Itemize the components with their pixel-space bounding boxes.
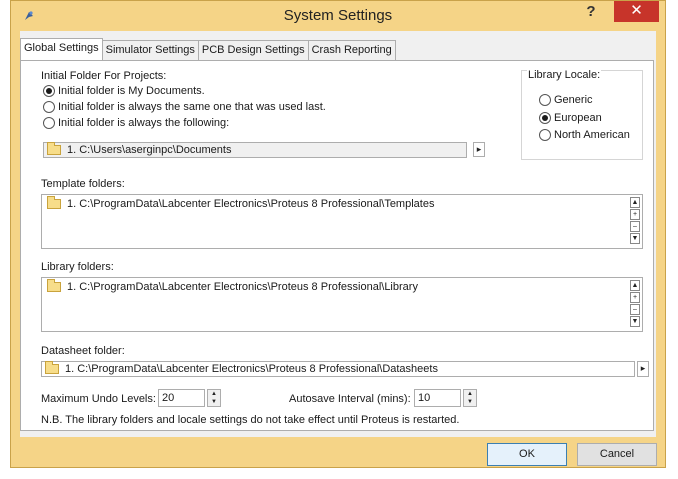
undo-levels-input[interactable]: 20 <box>158 389 205 407</box>
library-locale-label: Library Locale: <box>527 69 602 81</box>
template-folder-path: 1. C:\ProgramData\Labcenter Electronics\… <box>67 198 435 210</box>
add-folder-button[interactable]: + <box>630 209 640 220</box>
folder-icon <box>47 142 61 155</box>
radio-indicator[interactable] <box>43 101 55 113</box>
template-folders-label: Template folders: <box>41 178 125 190</box>
radio-initial-last-used[interactable]: Initial folder is always the same one th… <box>43 101 326 113</box>
library-folder-path: 1. C:\ProgramData\Labcenter Electronics\… <box>67 281 418 293</box>
autosave-interval-spinner[interactable]: ▲ ▼ <box>463 389 477 407</box>
radio-indicator[interactable] <box>539 112 551 124</box>
title-bar[interactable]: System Settings ? ✕ <box>11 1 665 31</box>
plus-icon: + <box>632 294 638 301</box>
radio-locale-north-american[interactable]: North American <box>539 129 630 141</box>
spin-down-icon[interactable]: ▼ <box>208 398 220 406</box>
arrow-down-icon: ▼ <box>631 318 639 325</box>
undo-levels-label: Maximum Undo Levels: <box>41 393 156 405</box>
library-folders-list[interactable]: 1. C:\ProgramData\Labcenter Electronics\… <box>41 277 643 332</box>
cancel-button[interactable]: Cancel <box>577 443 657 466</box>
folder-icon <box>45 361 59 374</box>
list-item[interactable]: 1. C:\ProgramData\Labcenter Electronics\… <box>44 279 418 293</box>
folder-icon <box>47 196 61 209</box>
datasheet-folder-label: Datasheet folder: <box>41 345 125 357</box>
dialog-client-area: Global Settings Simulator Settings PCB D… <box>20 31 656 437</box>
radio-label: European <box>554 112 602 124</box>
library-folders-buttons: ▲ + – ▼ <box>630 280 640 328</box>
datasheet-folder-path: 1. C:\ProgramData\Labcenter Electronics\… <box>65 363 438 375</box>
list-item[interactable]: 1. C:\ProgramData\Labcenter Electronics\… <box>44 196 435 210</box>
spin-down-icon[interactable]: ▼ <box>464 398 476 406</box>
radio-locale-european[interactable]: European <box>539 112 602 124</box>
restart-note: N.B. The library folders and locale sett… <box>41 414 460 426</box>
system-settings-dialog: System Settings ? ✕ Global Settings Simu… <box>10 0 666 468</box>
autosave-interval-label: Autosave Interval (mins): <box>289 393 411 405</box>
move-up-button[interactable]: ▲ <box>630 280 640 291</box>
tab-global-settings[interactable]: Global Settings <box>20 38 103 60</box>
initial-folder-label: Initial Folder For Projects: <box>41 70 167 82</box>
spin-up-icon[interactable]: ▲ <box>464 390 476 398</box>
tab-simulator-settings[interactable]: Simulator Settings <box>101 40 199 60</box>
minus-icon: – <box>633 223 637 230</box>
tab-crash-reporting[interactable]: Crash Reporting <box>307 40 396 60</box>
undo-levels-spinner[interactable]: ▲ ▼ <box>207 389 221 407</box>
remove-folder-button[interactable]: – <box>630 221 640 232</box>
library-folders-label: Library folders: <box>41 261 114 273</box>
spin-up-icon[interactable]: ▲ <box>208 390 220 398</box>
template-folders-list[interactable]: 1. C:\ProgramData\Labcenter Electronics\… <box>41 194 643 249</box>
move-down-button[interactable]: ▼ <box>630 233 640 244</box>
close-button[interactable]: ✕ <box>614 1 659 22</box>
folder-icon <box>47 279 61 292</box>
browse-initial-folder-button[interactable]: ▸ <box>473 142 485 157</box>
radio-indicator[interactable] <box>539 94 551 106</box>
global-settings-panel: Initial Folder For Projects: Initial fol… <box>20 60 654 431</box>
radio-indicator[interactable] <box>539 129 551 141</box>
template-folders-buttons: ▲ + – ▼ <box>630 197 640 245</box>
datasheet-folder-path-field[interactable]: 1. C:\ProgramData\Labcenter Electronics\… <box>41 361 635 377</box>
arrow-down-icon: ▼ <box>631 235 639 242</box>
ok-button[interactable]: OK <box>487 443 567 466</box>
arrow-right-icon: ▸ <box>476 144 482 154</box>
move-up-button[interactable]: ▲ <box>630 197 640 208</box>
radio-label: North American <box>554 129 630 141</box>
arrow-up-icon: ▲ <box>631 282 639 289</box>
initial-folder-path: 1. C:\Users\aserginpc\Documents <box>67 144 232 156</box>
radio-label: Initial folder is always the same one th… <box>58 101 326 113</box>
plus-icon: + <box>632 211 638 218</box>
move-down-button[interactable]: ▼ <box>630 316 640 327</box>
tab-strip: Global Settings Simulator Settings PCB D… <box>20 38 396 60</box>
radio-label: Generic <box>554 94 593 106</box>
arrow-up-icon: ▲ <box>631 199 639 206</box>
add-folder-button[interactable]: + <box>630 292 640 303</box>
browse-datasheet-folder-button[interactable]: ▸ <box>637 361 649 377</box>
radio-locale-generic[interactable]: Generic <box>539 94 593 106</box>
radio-label: Initial folder is My Documents. <box>58 85 205 97</box>
help-button[interactable]: ? <box>581 2 601 22</box>
radio-initial-my-documents[interactable]: Initial folder is My Documents. <box>43 85 205 97</box>
remove-folder-button[interactable]: – <box>630 304 640 315</box>
radio-indicator[interactable] <box>43 85 55 97</box>
autosave-interval-input[interactable]: 10 <box>414 389 461 407</box>
radio-indicator[interactable] <box>43 117 55 129</box>
minus-icon: – <box>633 306 637 313</box>
radio-label: Initial folder is always the following: <box>58 117 230 129</box>
arrow-right-icon: ▸ <box>640 363 646 373</box>
window-title: System Settings <box>283 7 393 24</box>
tab-pcb-design-settings[interactable]: PCB Design Settings <box>197 40 309 60</box>
radio-initial-following[interactable]: Initial folder is always the following: <box>43 117 229 129</box>
initial-folder-path-field[interactable]: 1. C:\Users\aserginpc\Documents <box>43 142 467 158</box>
